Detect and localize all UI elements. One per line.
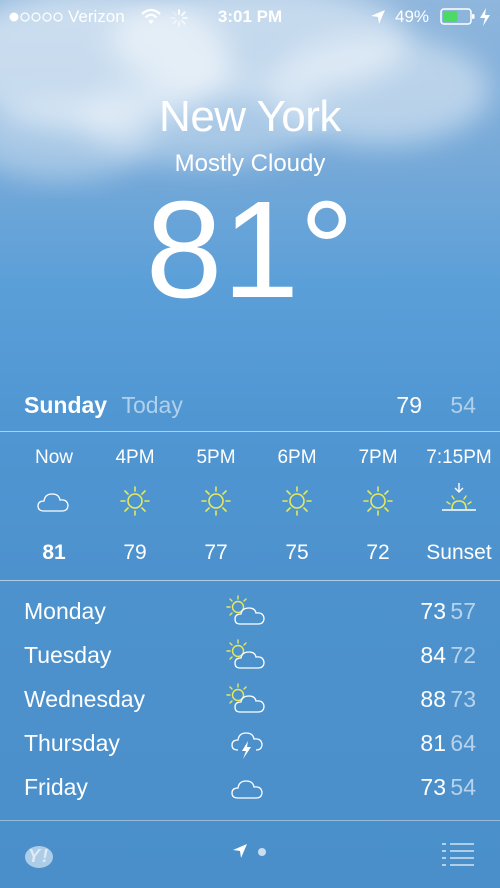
partly-cloudy-icon <box>226 595 265 625</box>
daily-low: 73 <box>450 686 476 712</box>
partly-cloudy-icon <box>226 683 265 713</box>
hour-time: 7PM <box>358 447 398 468</box>
daily-high: 73 <box>420 774 446 800</box>
daily-day: Wednesday <box>24 686 146 712</box>
city-list-icon[interactable] <box>440 840 476 866</box>
today-day: Sunday <box>24 392 108 418</box>
daily-high: 88 <box>420 686 446 712</box>
hour-value: Sunset <box>426 541 492 564</box>
daily-low: 57 <box>450 598 476 624</box>
current-temperature: 81° <box>145 173 355 327</box>
sun-icon <box>201 486 231 516</box>
hour-time: 5PM <box>196 447 236 468</box>
hourly-forecast[interactable]: Now 81 4PM 79 5PM 77 6PM 75 7PM 72 7:15P… <box>0 447 500 577</box>
daily-row: Monday 73 57 <box>24 592 476 630</box>
daily-row: Thursday 81 64 <box>24 724 476 762</box>
daily-high: 84 <box>420 642 446 668</box>
yahoo-logo-text: Y! <box>28 846 50 866</box>
divider-top <box>0 431 500 432</box>
today-high: 79 <box>396 392 422 418</box>
hour-time: 6PM <box>277 447 317 468</box>
location-services-icon <box>371 10 385 24</box>
divider-middle <box>0 580 500 581</box>
sunset-icon <box>442 483 476 511</box>
hour-value: 75 <box>285 541 309 564</box>
hour-time: Now <box>34 447 73 468</box>
charging-bolt-icon <box>480 8 490 26</box>
today-summary: Sunday Today 79 54 <box>24 388 476 422</box>
battery-percent: 49% <box>395 7 430 26</box>
daily-low: 54 <box>450 774 476 800</box>
battery-icon <box>440 8 475 25</box>
daily-low: 72 <box>450 642 476 668</box>
today-label: Today <box>121 392 183 418</box>
today-low: 54 <box>450 392 476 418</box>
hour-time: 7:15PM <box>426 447 492 468</box>
divider-bottom <box>0 820 500 821</box>
hour-value: 72 <box>366 541 390 564</box>
page-indicator-dot[interactable] <box>258 848 266 856</box>
partly-cloudy-icon <box>226 639 265 669</box>
daily-day: Friday <box>24 774 88 800</box>
daily-day: Tuesday <box>24 642 112 668</box>
daily-day: Monday <box>24 598 106 624</box>
hour-time: 4PM <box>115 447 155 468</box>
daily-low: 64 <box>450 730 476 756</box>
daily-day: Thursday <box>24 730 120 756</box>
daily-high: 81 <box>420 730 446 756</box>
daily-row: Wednesday 88 73 <box>24 680 476 718</box>
sun-icon <box>363 486 393 516</box>
hour-value: 79 <box>123 541 147 564</box>
daily-high: 73 <box>420 598 446 624</box>
cloud-icon <box>231 780 263 799</box>
sun-icon <box>120 486 150 516</box>
city-name: New York <box>159 92 341 141</box>
daily-row: Tuesday 84 72 <box>24 636 476 674</box>
thunderstorm-icon <box>231 732 263 759</box>
hour-value: 81 <box>42 541 66 564</box>
cloud-icon <box>37 493 69 512</box>
sun-icon <box>282 486 312 516</box>
yahoo-logo-button[interactable]: Y! <box>24 842 70 870</box>
hour-value: 77 <box>204 541 228 564</box>
daily-row: Friday 73 54 <box>24 768 476 806</box>
current-location-icon[interactable] <box>232 843 248 859</box>
